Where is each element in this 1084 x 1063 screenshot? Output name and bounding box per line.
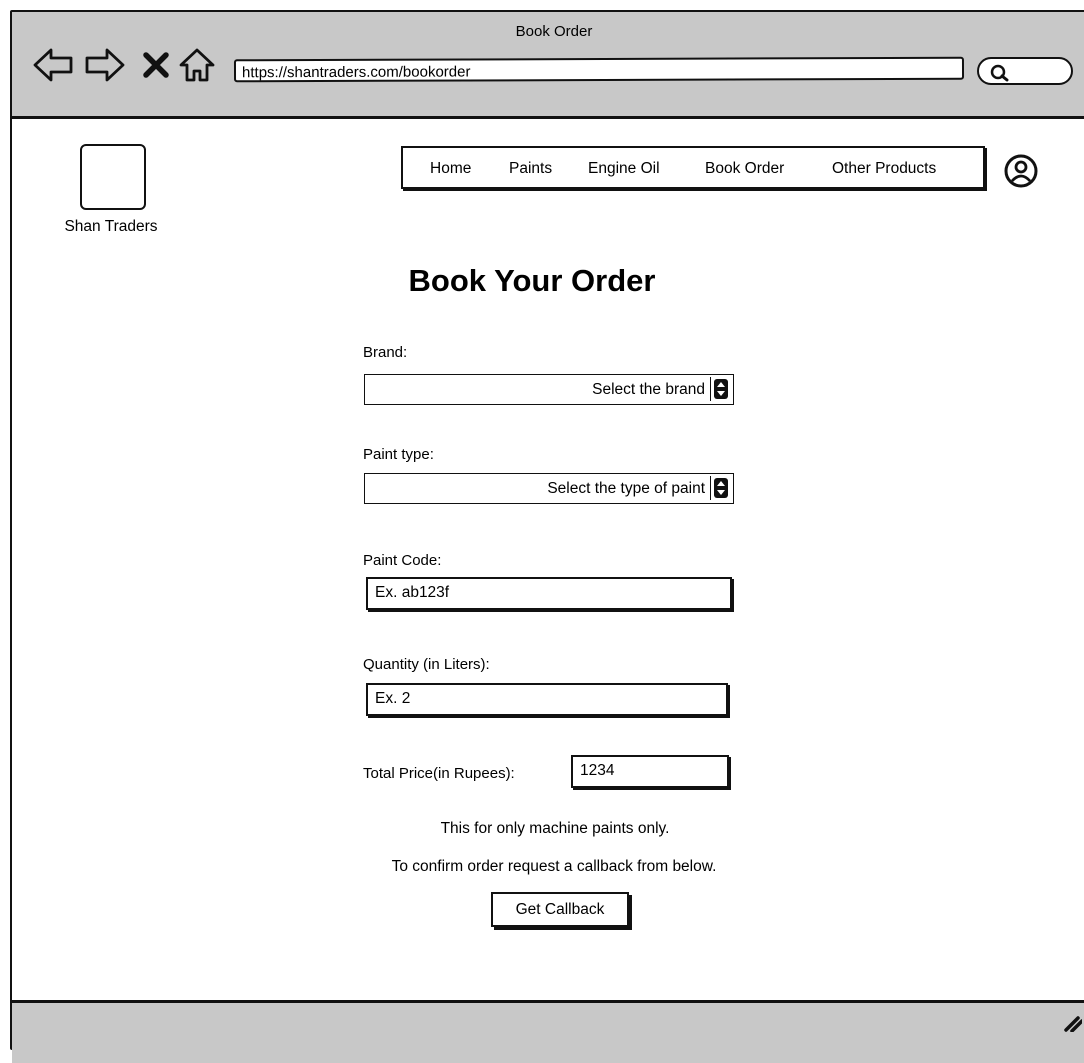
brand-select[interactable]: Select the brand [364, 374, 734, 405]
search-icon [990, 64, 1009, 82]
quantity-label: Quantity (in Liters): [363, 656, 490, 673]
paint-code-input[interactable]: Ex. ab123f [366, 577, 732, 610]
logo [80, 144, 146, 210]
paint-code-label: Paint Code: [363, 552, 442, 569]
quantity-input[interactable]: Ex. 2 [366, 683, 728, 716]
close-x-icon[interactable] [140, 45, 172, 90]
paint-type-label: Paint type: [363, 446, 434, 463]
user-circle-icon[interactable] [1003, 153, 1039, 189]
brand-name: Shan Traders [64, 218, 158, 235]
brand-select-value: Select the brand [592, 381, 705, 398]
forward-arrow-icon[interactable] [82, 45, 126, 90]
select-stepper-icon[interactable] [710, 476, 731, 500]
nav-item-home[interactable]: Home [430, 160, 471, 178]
nav-item-engine-oil[interactable]: Engine Oil [588, 160, 660, 178]
total-price-label: Total Price(in Rupees): [363, 765, 515, 782]
paint-type-select[interactable]: Select the type of paint [364, 473, 734, 504]
paint-type-select-value: Select the type of paint [547, 480, 705, 497]
back-arrow-icon[interactable] [32, 45, 76, 90]
browser-search-box[interactable] [977, 57, 1073, 85]
nav-item-other-products[interactable]: Other Products [832, 160, 936, 178]
nav-item-book-order[interactable]: Book Order [705, 160, 784, 178]
browser-chrome: Book Order https://shantraders.com/booko… [12, 12, 1084, 119]
url-bar[interactable]: https://shantraders.com/bookorder [233, 56, 965, 83]
page-title: Book Your Order [408, 263, 656, 298]
total-price-field: 1234 [571, 755, 729, 788]
select-stepper-icon[interactable] [710, 377, 731, 401]
home-icon[interactable] [177, 45, 217, 90]
window-title: Book Order [515, 23, 593, 40]
brand-label: Brand: [363, 344, 408, 361]
get-callback-button[interactable]: Get Callback [491, 892, 629, 927]
main-nav: Home Paints Engine Oil Book Order Other … [401, 146, 985, 189]
resize-grip-icon[interactable] [1052, 1006, 1082, 1032]
note-callback: To confirm order request a callback from… [391, 858, 717, 875]
note-machine-paints: This for only machine paints only. [440, 820, 670, 837]
nav-item-paints[interactable]: Paints [509, 160, 552, 178]
